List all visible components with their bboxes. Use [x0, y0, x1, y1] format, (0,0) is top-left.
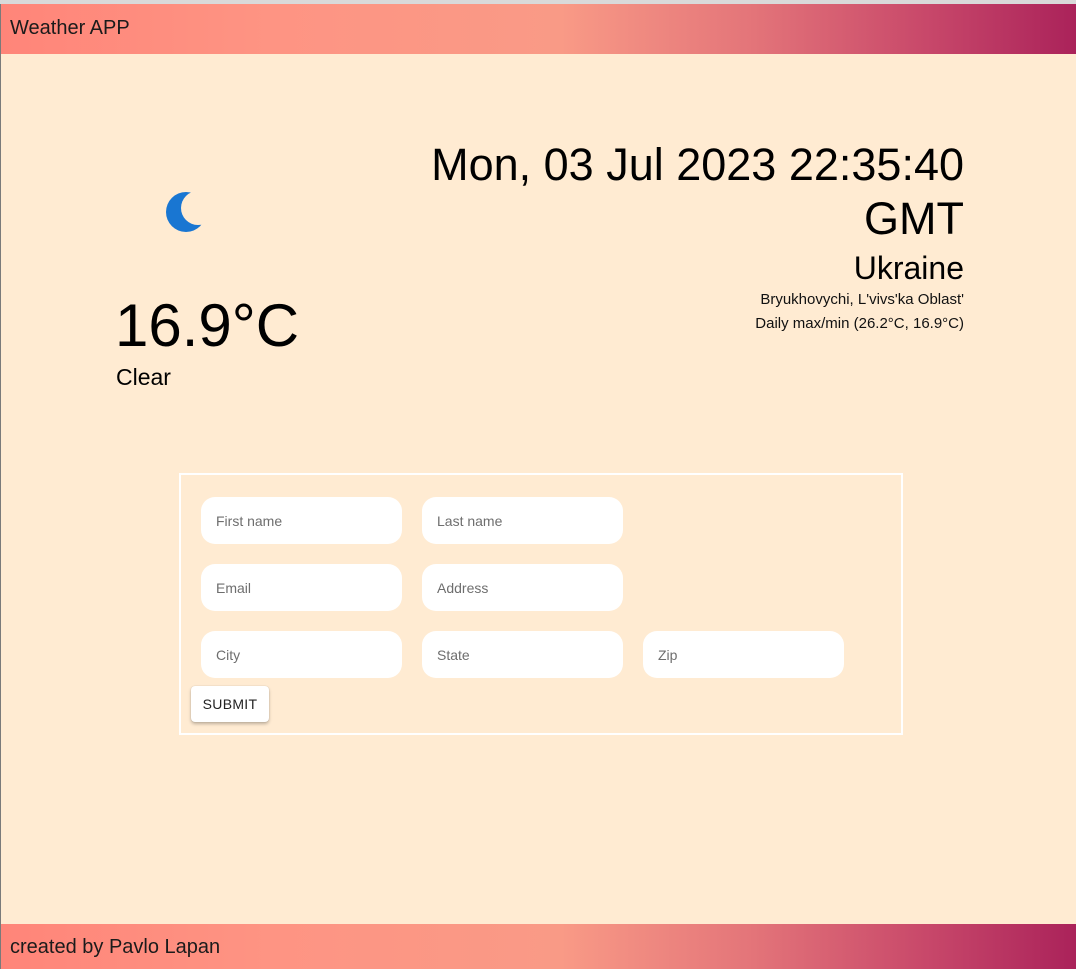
contact-form: SUBMIT [179, 473, 903, 735]
last-name-field[interactable] [422, 497, 623, 544]
email-field[interactable] [201, 564, 402, 611]
city-field[interactable] [201, 631, 402, 678]
daily-min-max: Daily max/min (26.2°C, 16.9°C) [755, 315, 964, 332]
weather-condition: Clear [116, 364, 171, 390]
datetime: Mon, 03 Jul 2023 22:35:40 GMT [431, 139, 964, 244]
location-info: Mon, 03 Jul 2023 22:35:40 GMT Ukraine Br… [364, 138, 964, 336]
country: Ukraine [853, 250, 964, 286]
footer: created by Pavlo Lapan [1, 924, 1076, 969]
first-name-field[interactable] [201, 497, 402, 544]
zip-field[interactable] [643, 631, 844, 678]
footer-credit: created by Pavlo Lapan [10, 936, 221, 958]
submit-button[interactable]: SUBMIT [191, 686, 269, 722]
address-field[interactable] [422, 564, 623, 611]
app-title: Weather APP [10, 17, 130, 39]
state-field[interactable] [422, 631, 623, 678]
locality: Bryukhovychi, L'vivs'ka Oblast' [760, 291, 964, 308]
page: Weather APP 16.9°C Clear Mon, 03 Jul 202… [0, 4, 1076, 969]
moon-icon [162, 184, 212, 240]
temperature: 16.9°C [115, 292, 300, 359]
app-bar: Weather APP [1, 4, 1076, 54]
